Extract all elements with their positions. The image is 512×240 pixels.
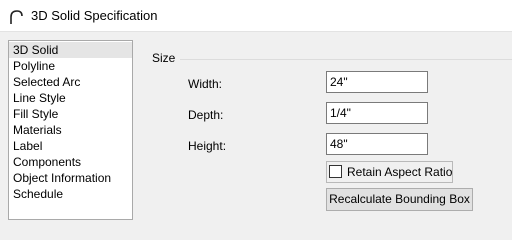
size-group-label: Size	[152, 51, 176, 65]
checkbox-box[interactable]	[329, 165, 342, 178]
sidebar-item-polyline[interactable]: Polyline	[9, 58, 132, 74]
category-list[interactable]: 3D Solid Polyline Selected Arc Line Styl…	[8, 40, 133, 220]
depth-label: Depth:	[188, 108, 224, 122]
sidebar-item-3d-solid[interactable]: 3D Solid	[9, 42, 132, 58]
sidebar-item-schedule[interactable]: Schedule	[9, 186, 132, 202]
arc-icon	[8, 9, 24, 25]
width-field[interactable]	[326, 71, 428, 93]
height-label: Height:	[188, 139, 227, 153]
sidebar-item-line-style[interactable]: Line Style	[9, 90, 132, 106]
window-title: 3D Solid Specification	[31, 8, 158, 23]
width-label: Width:	[188, 77, 223, 91]
retain-aspect-ratio-checkbox[interactable]: Retain Aspect Ratio	[326, 161, 453, 183]
size-group-divider	[180, 59, 512, 60]
dialog-window: 3D Solid Specification 3D Solid Polyline…	[0, 0, 512, 220]
title-bar: 3D Solid Specification	[0, 0, 512, 32]
sidebar-item-object-information[interactable]: Object Information	[9, 170, 132, 186]
sidebar-item-fill-style[interactable]: Fill Style	[9, 106, 132, 122]
sidebar-item-materials[interactable]: Materials	[9, 122, 132, 138]
height-field[interactable]	[326, 133, 428, 155]
sidebar-item-components[interactable]: Components	[9, 154, 132, 170]
depth-field[interactable]	[326, 102, 428, 124]
sidebar-item-selected-arc[interactable]: Selected Arc	[9, 74, 132, 90]
sidebar-item-label[interactable]: Label	[9, 138, 132, 154]
retain-aspect-ratio-label: Retain Aspect Ratio	[347, 165, 453, 179]
recalculate-bounding-box-button[interactable]: Recalculate Bounding Box	[326, 188, 473, 211]
